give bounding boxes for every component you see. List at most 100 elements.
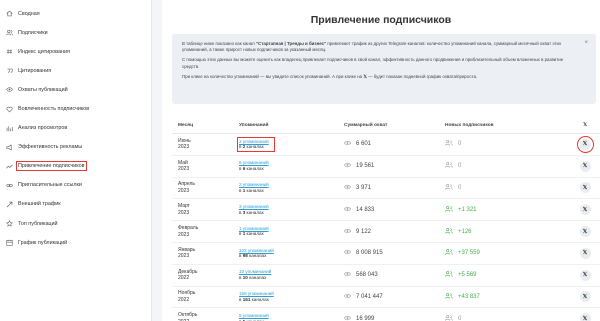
x-chart-button[interactable]: 𝕏 <box>579 269 591 281</box>
x-chart-button[interactable]: 𝕏 <box>579 313 591 321</box>
subscribers-value: +126 <box>458 228 472 235</box>
sidebar-item-5[interactable]: Вовлеченность подписчиков <box>0 99 151 118</box>
subscribers-cell: 0 <box>445 162 570 170</box>
sidebar-item-1[interactable]: Подписчики <box>0 23 151 42</box>
reach-cell: 14 833 <box>343 206 445 214</box>
x-chart-button[interactable]: 𝕏 <box>579 291 591 303</box>
column-header-month[interactable]: Месяц <box>172 123 239 128</box>
x-chart-button[interactable]: 𝕏 <box>579 160 591 172</box>
column-header-mentions[interactable]: Упоминаний <box>239 123 344 128</box>
sidebar-item-2[interactable]: Индекс цитирования <box>0 42 151 61</box>
mentions-cell: 102 упоминаний в 98 каналах <box>239 248 344 260</box>
external-icon <box>6 201 13 208</box>
info-paragraph-1: В таблице ниже показано как канал "Старт… <box>182 41 580 53</box>
sidebar-item-label: График публикаций <box>18 239 68 246</box>
subscribers-value: +5 569 <box>458 272 477 279</box>
month-year: 2023 <box>178 231 190 238</box>
channels-suffix: каналах <box>245 187 264 193</box>
people-icon <box>445 249 453 257</box>
reach-value: 3 971 <box>356 184 372 191</box>
sidebar-item-4[interactable]: Охваты публикаций <box>0 80 151 99</box>
month-name: Декабрь <box>178 268 198 275</box>
reach-cell: 9 122 <box>343 228 445 236</box>
reach-value: 9 122 <box>356 228 372 235</box>
subscribers-value: 0 <box>458 163 462 170</box>
subscribers-cell: +5 569 <box>445 271 570 279</box>
heart-icon <box>6 106 13 113</box>
sidebar-item-6[interactable]: Анализ просмотров <box>0 119 151 138</box>
channels-count: в 1 каналах <box>239 231 264 236</box>
x-chart-button[interactable]: 𝕏 <box>576 135 594 153</box>
sidebar-item-11[interactable]: Топ публикаций <box>0 214 151 233</box>
eye-icon <box>343 293 352 301</box>
link-icon <box>6 182 13 189</box>
month-cell: Ноябрь 2022 <box>172 290 239 303</box>
mentions-group: 2 упоминаний в 2 каналах <box>237 136 275 153</box>
mentions-group: 102 упоминаний в 98 каналах <box>239 248 274 260</box>
channel-name: "Стартапная | Тренды и бизнес" <box>255 41 327 46</box>
subscribers-cell: +43 837 <box>445 293 570 301</box>
sidebar-item-12[interactable]: График публикаций <box>0 233 151 252</box>
subscribers-value: 0 <box>458 141 462 148</box>
subscribers-value: 0 <box>458 315 462 321</box>
subscribers-value: 0 <box>458 184 462 191</box>
month-year: 2023 <box>178 187 190 194</box>
subscribers-cell: +37 559 <box>445 249 570 257</box>
home-icon <box>6 10 13 17</box>
main-content: Привлечение подписчиков × В таблице ниже… <box>162 0 600 321</box>
mentions-group: 10 упоминаний в 10 каналах <box>239 269 271 281</box>
subscribers-value: +37 559 <box>458 250 480 257</box>
reach-cell: 568 043 <box>343 271 445 279</box>
mentions-group: 6 упоминаний в 6 каналах <box>239 160 269 172</box>
sidebar-item-7[interactable]: Эффективность рекламы <box>0 138 151 157</box>
eye-icon <box>343 271 352 279</box>
reach-value: 19 561 <box>356 163 375 170</box>
quote-icon <box>6 67 13 74</box>
sidebar-item-label: Привлечение подписчиков <box>16 161 87 172</box>
x-chart-button[interactable]: 𝕏 <box>579 226 591 238</box>
info-paragraph-3: При клике на количество упоминаний — вы … <box>182 74 580 80</box>
sidebar-item-0[interactable]: Сводная <box>0 4 151 23</box>
channels-suffix: каналах <box>250 296 269 302</box>
month-year: 2023 <box>178 144 190 151</box>
sidebar-item-8[interactable]: Привлечение подписчиков <box>0 156 151 176</box>
users-icon <box>6 29 13 36</box>
sidebar-item-label: Анализ просмотров <box>18 125 68 132</box>
channels-suffix: каналах <box>245 165 264 171</box>
info-text: — будет показан подневной график охвата/… <box>366 73 478 79</box>
people-icon <box>445 162 453 170</box>
month-name: Октябрь <box>178 312 198 319</box>
table-row: Апрель 2023 2 упоминаний в 1 каналах 3 971 0 𝕏 <box>172 178 600 200</box>
x-chart-button[interactable]: 𝕏 <box>579 204 591 216</box>
month-cell: Декабрь 2022 <box>172 269 239 282</box>
table-body: Июнь 2023 2 упоминаний в 2 каналах 6 601 0 𝕏 Ма… <box>172 134 600 321</box>
people-icon <box>445 227 453 236</box>
table-row: Октябрь20225 упоминанийв 5 каналах 16 999… <box>172 308 600 321</box>
sidebar-item-3[interactable]: Цитирования <box>0 61 151 80</box>
subscribers-cell: 0 <box>445 184 570 192</box>
x-chart-button[interactable]: 𝕏 <box>579 182 591 194</box>
x-cell: 𝕏 <box>570 313 600 321</box>
close-icon[interactable]: × <box>584 40 588 46</box>
sidebar-item-label: Эффективность рекламы <box>18 144 83 151</box>
channels-count: в 10 каналах <box>239 275 266 280</box>
mentions-cell: 2 упоминаний в 2 каналах <box>237 136 344 153</box>
eye-icon <box>343 249 352 257</box>
channels-count: в 151 каналах <box>239 297 269 302</box>
column-header-subscribers[interactable]: Новых подписчиков <box>445 123 570 128</box>
subscribers-cell: +126 <box>445 227 570 236</box>
x-cell: 𝕏 <box>570 226 600 238</box>
people-icon <box>445 271 453 279</box>
column-header-reach[interactable]: Суммарный охват <box>344 123 445 128</box>
x-cell: 𝕏 <box>570 160 600 172</box>
x-chart-button[interactable]: 𝕏 <box>579 247 591 259</box>
mentions-group: 158 упоминаний в 151 каналах <box>239 291 274 303</box>
people-icon <box>445 314 453 321</box>
month-cell: Февраль 2023 <box>172 225 239 238</box>
mentions-group: 2 упоминаний в 1 каналах <box>239 182 269 194</box>
eye-icon <box>6 86 13 93</box>
sidebar-item-9[interactable]: Пригласительные ссылки <box>0 176 151 195</box>
reach-value: 8 008 915 <box>356 250 383 257</box>
sidebar-item-10[interactable]: Внешний трафик <box>0 195 151 214</box>
month-cell: Апрель 2023 <box>172 181 239 194</box>
